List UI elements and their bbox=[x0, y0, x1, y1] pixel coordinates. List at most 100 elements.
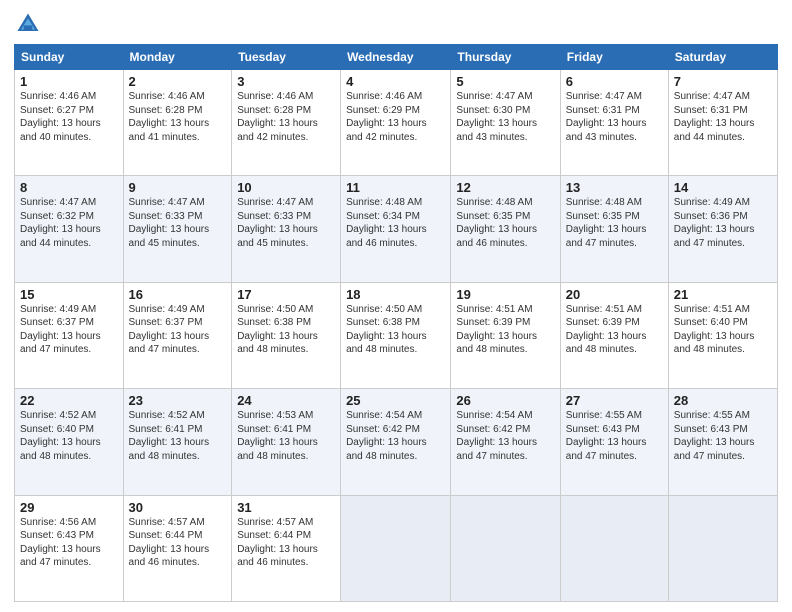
week-row-2: 8Sunrise: 4:47 AM Sunset: 6:32 PM Daylig… bbox=[15, 176, 778, 282]
calendar-cell: 6Sunrise: 4:47 AM Sunset: 6:31 PM Daylig… bbox=[560, 70, 668, 176]
calendar-cell: 11Sunrise: 4:48 AM Sunset: 6:34 PM Dayli… bbox=[341, 176, 451, 282]
calendar-cell: 9Sunrise: 4:47 AM Sunset: 6:33 PM Daylig… bbox=[123, 176, 232, 282]
calendar-cell: 24Sunrise: 4:53 AM Sunset: 6:41 PM Dayli… bbox=[232, 389, 341, 495]
calendar-cell: 23Sunrise: 4:52 AM Sunset: 6:41 PM Dayli… bbox=[123, 389, 232, 495]
day-number: 23 bbox=[129, 393, 227, 408]
day-info: Sunrise: 4:51 AM Sunset: 6:39 PM Dayligh… bbox=[456, 303, 554, 357]
day-number: 11 bbox=[346, 180, 445, 195]
week-row-4: 22Sunrise: 4:52 AM Sunset: 6:40 PM Dayli… bbox=[15, 389, 778, 495]
day-info: Sunrise: 4:49 AM Sunset: 6:36 PM Dayligh… bbox=[674, 196, 772, 250]
calendar-cell: 25Sunrise: 4:54 AM Sunset: 6:42 PM Dayli… bbox=[341, 389, 451, 495]
day-number: 12 bbox=[456, 180, 554, 195]
day-info: Sunrise: 4:47 AM Sunset: 6:33 PM Dayligh… bbox=[237, 196, 335, 250]
calendar-cell: 5Sunrise: 4:47 AM Sunset: 6:30 PM Daylig… bbox=[451, 70, 560, 176]
day-info: Sunrise: 4:46 AM Sunset: 6:28 PM Dayligh… bbox=[129, 90, 227, 144]
day-number: 27 bbox=[566, 393, 663, 408]
calendar-cell: 20Sunrise: 4:51 AM Sunset: 6:39 PM Dayli… bbox=[560, 282, 668, 388]
calendar-cell: 4Sunrise: 4:46 AM Sunset: 6:29 PM Daylig… bbox=[341, 70, 451, 176]
col-friday: Friday bbox=[560, 45, 668, 70]
calendar-cell: 31Sunrise: 4:57 AM Sunset: 6:44 PM Dayli… bbox=[232, 495, 341, 601]
day-number: 29 bbox=[20, 500, 118, 515]
day-number: 21 bbox=[674, 287, 772, 302]
day-number: 14 bbox=[674, 180, 772, 195]
calendar-cell bbox=[668, 495, 777, 601]
col-tuesday: Tuesday bbox=[232, 45, 341, 70]
calendar-cell: 28Sunrise: 4:55 AM Sunset: 6:43 PM Dayli… bbox=[668, 389, 777, 495]
day-number: 24 bbox=[237, 393, 335, 408]
day-number: 30 bbox=[129, 500, 227, 515]
calendar-cell: 18Sunrise: 4:50 AM Sunset: 6:38 PM Dayli… bbox=[341, 282, 451, 388]
day-info: Sunrise: 4:56 AM Sunset: 6:43 PM Dayligh… bbox=[20, 516, 118, 570]
calendar-cell: 21Sunrise: 4:51 AM Sunset: 6:40 PM Dayli… bbox=[668, 282, 777, 388]
day-info: Sunrise: 4:51 AM Sunset: 6:39 PM Dayligh… bbox=[566, 303, 663, 357]
week-row-3: 15Sunrise: 4:49 AM Sunset: 6:37 PM Dayli… bbox=[15, 282, 778, 388]
page-header bbox=[14, 10, 778, 38]
col-saturday: Saturday bbox=[668, 45, 777, 70]
calendar-cell: 14Sunrise: 4:49 AM Sunset: 6:36 PM Dayli… bbox=[668, 176, 777, 282]
calendar-cell: 22Sunrise: 4:52 AM Sunset: 6:40 PM Dayli… bbox=[15, 389, 124, 495]
calendar-cell: 13Sunrise: 4:48 AM Sunset: 6:35 PM Dayli… bbox=[560, 176, 668, 282]
day-info: Sunrise: 4:51 AM Sunset: 6:40 PM Dayligh… bbox=[674, 303, 772, 357]
day-number: 7 bbox=[674, 74, 772, 89]
calendar-cell bbox=[341, 495, 451, 601]
day-info: Sunrise: 4:52 AM Sunset: 6:40 PM Dayligh… bbox=[20, 409, 118, 463]
header-row: Sunday Monday Tuesday Wednesday Thursday… bbox=[15, 45, 778, 70]
day-number: 19 bbox=[456, 287, 554, 302]
calendar-cell: 19Sunrise: 4:51 AM Sunset: 6:39 PM Dayli… bbox=[451, 282, 560, 388]
day-info: Sunrise: 4:48 AM Sunset: 6:35 PM Dayligh… bbox=[566, 196, 663, 250]
week-row-5: 29Sunrise: 4:56 AM Sunset: 6:43 PM Dayli… bbox=[15, 495, 778, 601]
day-number: 13 bbox=[566, 180, 663, 195]
day-info: Sunrise: 4:46 AM Sunset: 6:29 PM Dayligh… bbox=[346, 90, 445, 144]
day-number: 18 bbox=[346, 287, 445, 302]
day-info: Sunrise: 4:53 AM Sunset: 6:41 PM Dayligh… bbox=[237, 409, 335, 463]
day-info: Sunrise: 4:47 AM Sunset: 6:33 PM Dayligh… bbox=[129, 196, 227, 250]
day-number: 5 bbox=[456, 74, 554, 89]
day-info: Sunrise: 4:47 AM Sunset: 6:31 PM Dayligh… bbox=[566, 90, 663, 144]
day-info: Sunrise: 4:54 AM Sunset: 6:42 PM Dayligh… bbox=[346, 409, 445, 463]
day-number: 22 bbox=[20, 393, 118, 408]
calendar-cell: 10Sunrise: 4:47 AM Sunset: 6:33 PM Dayli… bbox=[232, 176, 341, 282]
col-sunday: Sunday bbox=[15, 45, 124, 70]
day-info: Sunrise: 4:57 AM Sunset: 6:44 PM Dayligh… bbox=[237, 516, 335, 570]
calendar-cell: 12Sunrise: 4:48 AM Sunset: 6:35 PM Dayli… bbox=[451, 176, 560, 282]
day-number: 26 bbox=[456, 393, 554, 408]
calendar-cell bbox=[560, 495, 668, 601]
day-number: 15 bbox=[20, 287, 118, 302]
day-info: Sunrise: 4:49 AM Sunset: 6:37 PM Dayligh… bbox=[129, 303, 227, 357]
calendar-cell: 1Sunrise: 4:46 AM Sunset: 6:27 PM Daylig… bbox=[15, 70, 124, 176]
day-number: 6 bbox=[566, 74, 663, 89]
col-thursday: Thursday bbox=[451, 45, 560, 70]
day-number: 28 bbox=[674, 393, 772, 408]
day-info: Sunrise: 4:46 AM Sunset: 6:27 PM Dayligh… bbox=[20, 90, 118, 144]
day-info: Sunrise: 4:47 AM Sunset: 6:30 PM Dayligh… bbox=[456, 90, 554, 144]
day-number: 2 bbox=[129, 74, 227, 89]
day-info: Sunrise: 4:47 AM Sunset: 6:32 PM Dayligh… bbox=[20, 196, 118, 250]
day-number: 8 bbox=[20, 180, 118, 195]
day-info: Sunrise: 4:47 AM Sunset: 6:31 PM Dayligh… bbox=[674, 90, 772, 144]
calendar-cell: 29Sunrise: 4:56 AM Sunset: 6:43 PM Dayli… bbox=[15, 495, 124, 601]
calendar-cell bbox=[451, 495, 560, 601]
day-number: 16 bbox=[129, 287, 227, 302]
logo-icon bbox=[14, 10, 42, 38]
day-info: Sunrise: 4:50 AM Sunset: 6:38 PM Dayligh… bbox=[237, 303, 335, 357]
day-number: 1 bbox=[20, 74, 118, 89]
day-number: 31 bbox=[237, 500, 335, 515]
calendar-cell: 16Sunrise: 4:49 AM Sunset: 6:37 PM Dayli… bbox=[123, 282, 232, 388]
week-row-1: 1Sunrise: 4:46 AM Sunset: 6:27 PM Daylig… bbox=[15, 70, 778, 176]
calendar-cell: 27Sunrise: 4:55 AM Sunset: 6:43 PM Dayli… bbox=[560, 389, 668, 495]
calendar-cell: 17Sunrise: 4:50 AM Sunset: 6:38 PM Dayli… bbox=[232, 282, 341, 388]
day-number: 20 bbox=[566, 287, 663, 302]
calendar-cell: 30Sunrise: 4:57 AM Sunset: 6:44 PM Dayli… bbox=[123, 495, 232, 601]
day-info: Sunrise: 4:46 AM Sunset: 6:28 PM Dayligh… bbox=[237, 90, 335, 144]
col-monday: Monday bbox=[123, 45, 232, 70]
col-wednesday: Wednesday bbox=[341, 45, 451, 70]
calendar-cell: 15Sunrise: 4:49 AM Sunset: 6:37 PM Dayli… bbox=[15, 282, 124, 388]
logo bbox=[14, 10, 44, 38]
calendar-cell: 8Sunrise: 4:47 AM Sunset: 6:32 PM Daylig… bbox=[15, 176, 124, 282]
day-info: Sunrise: 4:52 AM Sunset: 6:41 PM Dayligh… bbox=[129, 409, 227, 463]
day-number: 17 bbox=[237, 287, 335, 302]
day-number: 9 bbox=[129, 180, 227, 195]
calendar-cell: 3Sunrise: 4:46 AM Sunset: 6:28 PM Daylig… bbox=[232, 70, 341, 176]
day-info: Sunrise: 4:49 AM Sunset: 6:37 PM Dayligh… bbox=[20, 303, 118, 357]
day-info: Sunrise: 4:48 AM Sunset: 6:34 PM Dayligh… bbox=[346, 196, 445, 250]
